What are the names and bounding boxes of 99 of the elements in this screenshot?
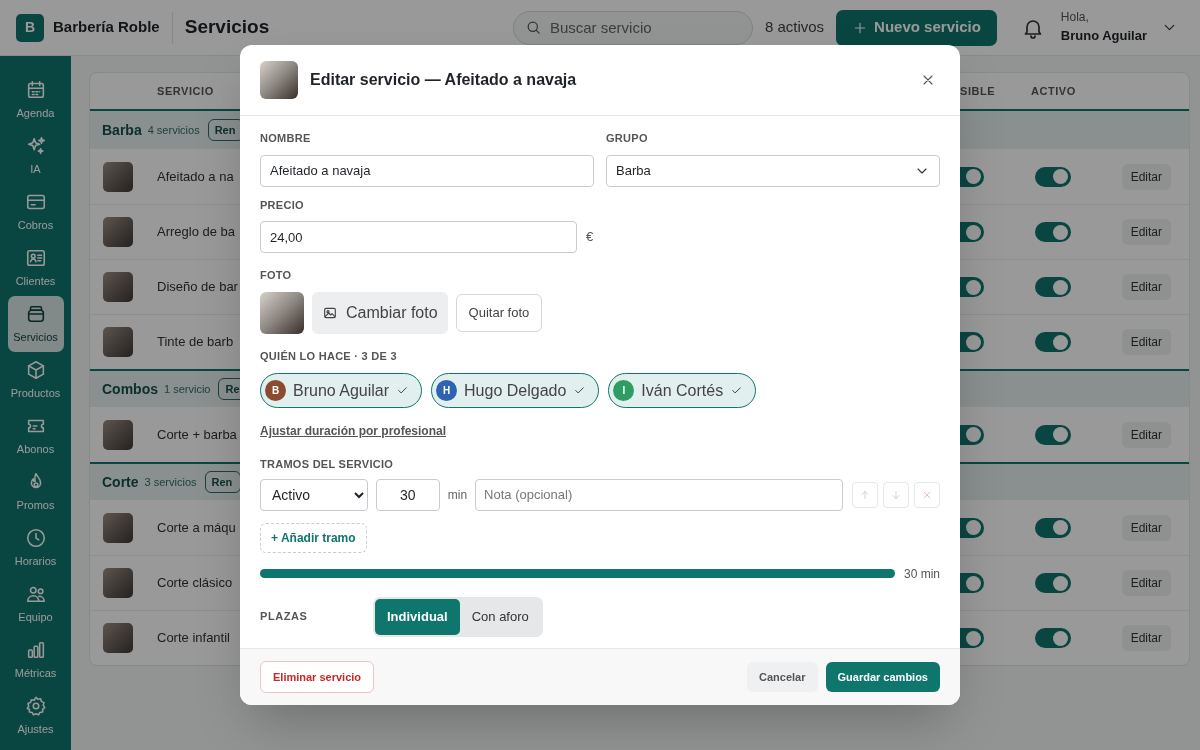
capacity-option[interactable]: Con aforo <box>459 598 541 635</box>
sidebar-item[interactable]: Ajustes <box>7 688 64 744</box>
group-name: Combos <box>102 379 158 399</box>
page-title: Servicios <box>184 15 270 40</box>
active-toggle[interactable] <box>1034 424 1071 445</box>
save-button[interactable]: Guardar cambios <box>825 662 940 692</box>
photo-placeholder <box>103 623 133 653</box>
user-greeting: Hola, <box>1060 10 1090 26</box>
active-toggle[interactable] <box>1034 573 1071 593</box>
change-photo-button[interactable]: Cambiar foto <box>312 291 448 334</box>
service-name: Corte a máqu <box>157 518 236 537</box>
avatar: I <box>613 380 635 401</box>
note-input[interactable]: Nota (opcional) <box>475 478 843 511</box>
photo-placeholder <box>103 272 133 302</box>
field-label: NOMBRE <box>260 131 312 146</box>
photo-placeholder <box>260 291 304 334</box>
photo-placeholder <box>103 419 133 450</box>
service-name: Corte infantil <box>157 629 230 648</box>
currency-symbol: € <box>586 228 594 247</box>
total-duration: 30 min <box>903 565 940 583</box>
group-select[interactable]: Barba <box>606 154 940 187</box>
service-name: Corte clásico <box>157 574 233 593</box>
delete-service-button[interactable]: Eliminar servicio <box>260 661 375 693</box>
minutes-unit: min <box>447 486 468 504</box>
service-name: Tinte de barb <box>157 333 234 352</box>
active-toggle[interactable] <box>1034 277 1071 297</box>
edit-button[interactable]: Editar <box>1121 570 1171 596</box>
service-name: Corte + barba <box>157 425 237 444</box>
photo-placeholder <box>103 327 133 357</box>
photo-placeholder <box>103 568 133 598</box>
edit-button[interactable]: Editar <box>1121 514 1171 541</box>
sidebar-item[interactable]: Métricas <box>7 632 64 688</box>
edit-button[interactable]: Editar <box>1121 625 1171 651</box>
edit-button[interactable]: Editar <box>1121 163 1171 190</box>
active-toggle[interactable] <box>1034 222 1071 242</box>
arrow-up-icon <box>859 488 871 501</box>
sidebar-item[interactable]: Equipo <box>7 576 64 632</box>
remove-photo-button[interactable]: Quitar foto <box>455 293 543 332</box>
logo-badge: B <box>16 13 44 42</box>
sidebar-item[interactable]: Productos <box>7 352 64 408</box>
photo-placeholder <box>103 512 133 543</box>
photo-placeholder <box>103 161 133 192</box>
dialog-title: Editar servicio — Afeitado a navaja <box>310 70 577 90</box>
service-name: Diseño de bar <box>157 278 238 297</box>
edit-button[interactable]: Editar <box>1121 329 1171 355</box>
active-toggle[interactable] <box>1034 332 1071 352</box>
active-toggle[interactable] <box>1034 517 1071 538</box>
capacity-option[interactable]: Individual <box>375 598 460 635</box>
brand-name: Barbería Roble <box>53 17 160 38</box>
user-name: Bruno Aguilar <box>1060 28 1147 45</box>
sidebar-item[interactable]: Agenda <box>7 72 64 128</box>
photo-placeholder <box>260 61 298 99</box>
clock-icon <box>24 526 47 549</box>
sidebar-item[interactable]: Cobros <box>7 184 64 240</box>
service-name: Afeitado a na <box>157 167 234 186</box>
staff-chip[interactable]: I Iván Cortés <box>608 373 757 408</box>
search-field[interactable]: Buscar servicio <box>512 10 753 45</box>
staff-chip[interactable]: H Hugo Delgado <box>431 373 600 408</box>
group-count: 1 servicio <box>164 381 211 397</box>
field-label: PRECIO <box>260 197 305 213</box>
photo-placeholder <box>103 217 133 247</box>
cancel-button[interactable]: Cancelar <box>747 662 818 692</box>
field-label: GRUPO <box>606 131 649 146</box>
active-count: 8 activos <box>764 17 825 38</box>
group-name: Barba <box>102 120 142 140</box>
add-segment-button[interactable]: + Añadir tramo <box>260 522 367 553</box>
column-header: ACTIVO <box>1031 83 1076 99</box>
settings-icon <box>24 694 47 717</box>
segment-type-select[interactable]: Activo <box>260 478 368 511</box>
avatar: H <box>436 380 458 401</box>
active-toggle[interactable] <box>1034 628 1071 648</box>
service-name: Arreglo de ba <box>157 223 236 242</box>
name-input[interactable]: Afeitado a navaja <box>260 154 594 187</box>
group-count: 4 servicios <box>147 122 200 138</box>
sidebar-item[interactable]: Servicios <box>7 296 64 352</box>
arrow-down-icon <box>890 488 902 501</box>
field-label: QUIÉN LO HACE · 3 DE 3 <box>260 348 398 364</box>
avatar: B <box>265 380 286 401</box>
edit-button[interactable]: Editar <box>1121 219 1171 245</box>
price-input[interactable]: 24,00 <box>260 221 577 253</box>
new-service-button[interactable]: Nuevo servicio <box>836 9 997 46</box>
group-count: 3 servicios <box>144 474 197 490</box>
sidebar-item[interactable]: Promos <box>7 464 64 520</box>
active-toggle[interactable] <box>1034 166 1071 187</box>
column-header: SIBLE <box>960 83 997 99</box>
column-header: SERVICIO <box>157 83 215 99</box>
field-label: TRAMOS DEL SERVICIO <box>260 457 395 472</box>
edit-button[interactable]: Editar <box>1121 274 1171 300</box>
field-label: FOTO <box>260 268 293 283</box>
edit-button[interactable]: Editar <box>1121 421 1171 448</box>
sidebar-item[interactable]: IA <box>7 128 64 184</box>
minutes-input[interactable]: 30 <box>375 478 440 511</box>
sidebar-item[interactable]: Abonos <box>7 408 64 464</box>
sidebar-item[interactable]: Clientes <box>7 240 64 296</box>
field-label: PLAZAS <box>260 609 309 625</box>
group-name: Corte <box>102 472 139 492</box>
staff-chip[interactable]: B Bruno Aguilar <box>260 373 423 408</box>
sidebar-item[interactable]: Horarios <box>7 520 64 576</box>
duration-link[interactable]: Ajustar duración por profesional <box>260 422 447 440</box>
